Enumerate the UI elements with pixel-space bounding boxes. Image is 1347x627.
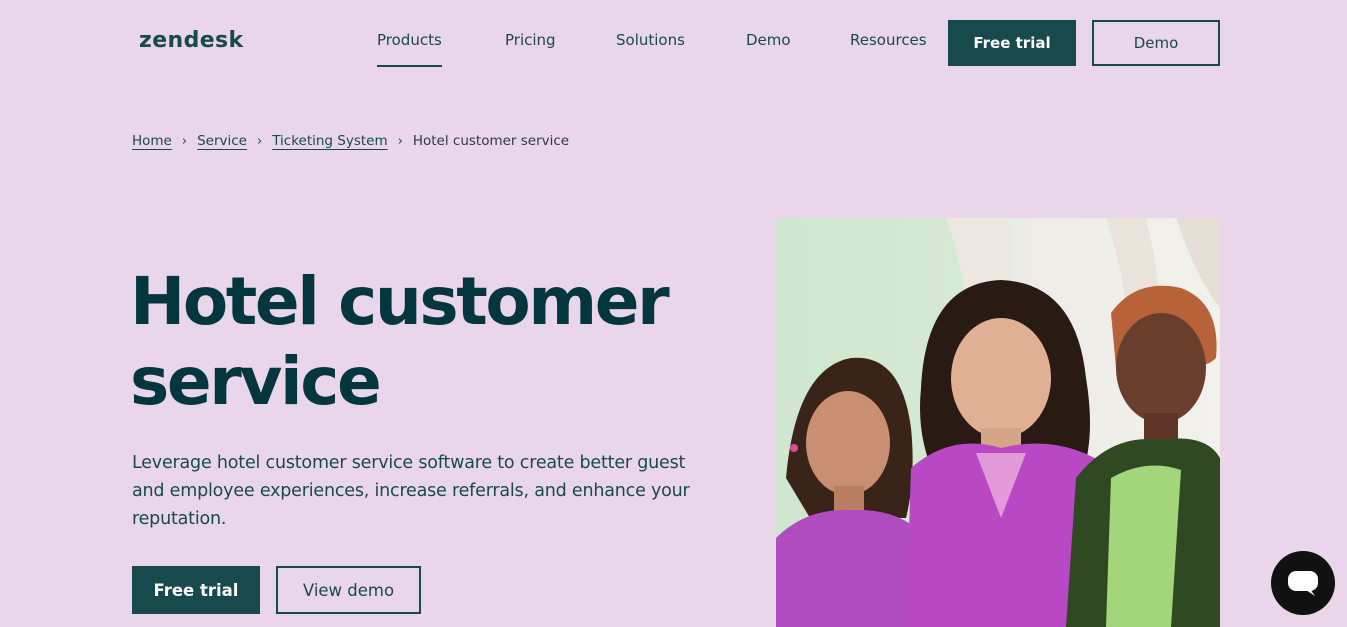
hero-subtitle: Leverage hotel customer service software… — [132, 453, 690, 529]
hero-image — [776, 218, 1220, 627]
chat-launcher-button[interactable] — [1271, 551, 1335, 615]
chevron-right-icon: › — [256, 133, 263, 149]
breadcrumb-current: Hotel customer service — [412, 133, 570, 149]
nav-resources[interactable]: Resources — [850, 31, 927, 49]
chat-bubble-icon — [1288, 571, 1318, 596]
nav-demo[interactable]: Demo — [746, 31, 791, 49]
page-title: Hotel customer service — [130, 263, 670, 420]
nav-pricing[interactable]: Pricing — [505, 31, 556, 49]
nav-products[interactable]: Products — [377, 31, 442, 67]
breadcrumb-home[interactable]: Home — [132, 133, 172, 149]
breadcrumb-ticketing-system[interactable]: Ticketing System — [272, 133, 387, 149]
header-free-trial-button[interactable]: Free trial — [948, 20, 1076, 66]
view-demo-button[interactable]: View demo — [276, 566, 421, 614]
nav-solutions[interactable]: Solutions — [616, 31, 685, 49]
breadcrumb: Home › Service › Ticketing System › Hote… — [132, 133, 569, 149]
chevron-right-icon: › — [181, 133, 188, 149]
logo[interactable]: zendesk — [139, 28, 244, 53]
chevron-right-icon: › — [397, 133, 403, 149]
free-trial-button[interactable]: Free trial — [132, 566, 260, 614]
header-demo-button[interactable]: Demo — [1092, 20, 1220, 66]
breadcrumb-service[interactable]: Service — [197, 133, 247, 149]
